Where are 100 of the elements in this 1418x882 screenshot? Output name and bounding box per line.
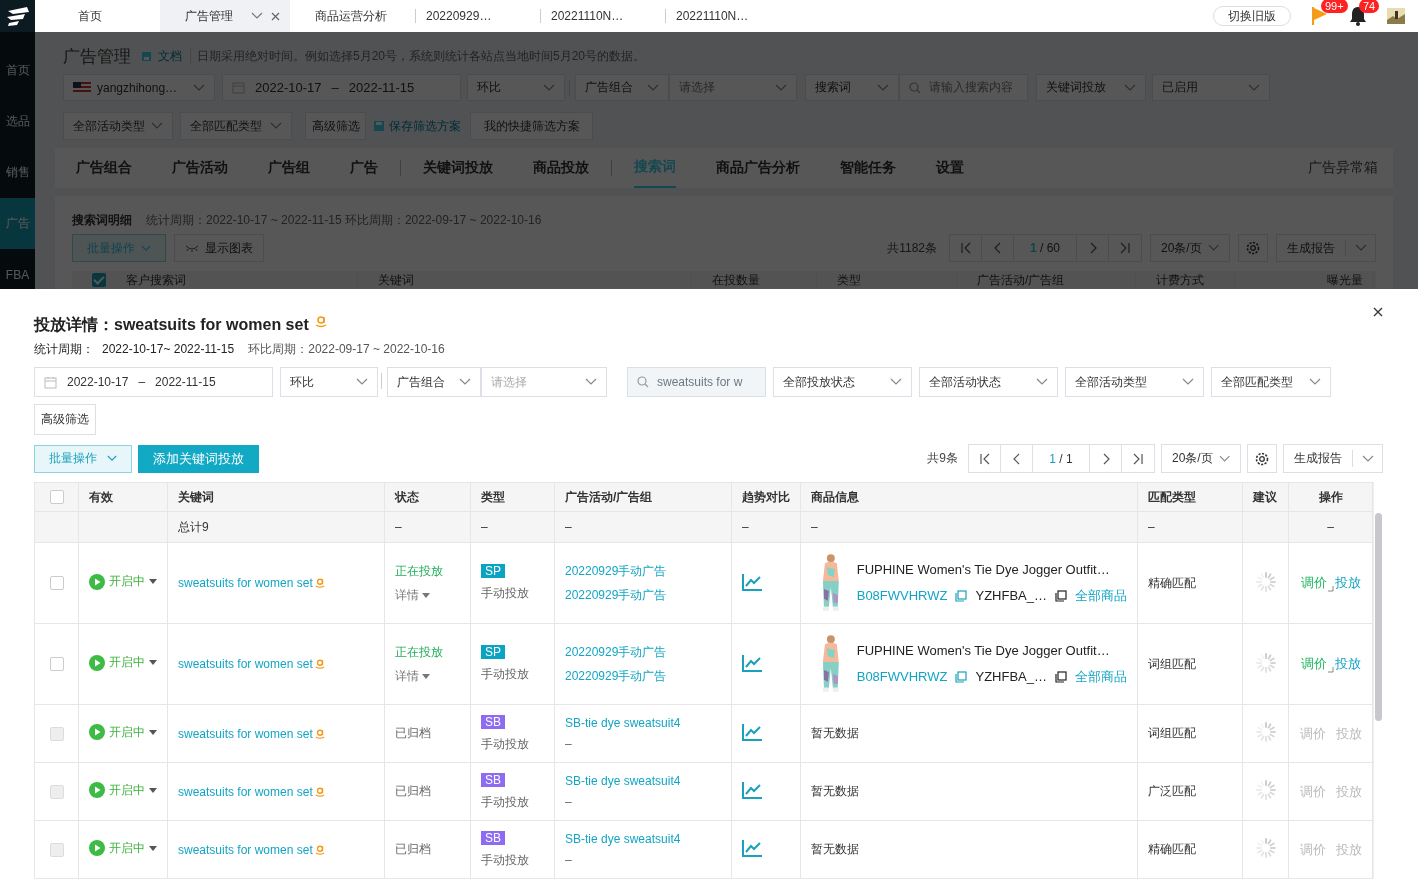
dropdown[interactable]: 请选择 (481, 367, 607, 397)
action-link[interactable]: 调价 (1300, 574, 1327, 592)
status-dropdown[interactable]: 开启中 (89, 573, 157, 591)
caret-icon (1309, 378, 1321, 386)
sidebar-item[interactable]: 首页 (0, 45, 35, 96)
sidebar-item[interactable]: 广告 (0, 198, 35, 249)
campaign-link[interactable]: 20220929手动广告 (565, 667, 667, 685)
page-tab[interactable]: 20221110N… (665, 9, 790, 23)
line-chart-icon[interactable] (742, 781, 763, 799)
targeting-type: 手动投放 (481, 793, 529, 811)
period-label: 统计周期： (34, 341, 94, 357)
dropdown[interactable]: 搜索词 (805, 74, 899, 101)
dropdown[interactable]: 全部投放状态 (773, 367, 912, 397)
dropdown[interactable]: 已启用 (1152, 74, 1270, 101)
date-range-field[interactable]: 2022-10-17 – 2022-11-15 (34, 367, 273, 397)
checkbox[interactable] (92, 272, 106, 287)
dropdown[interactable]: 全部活动状态 (919, 367, 1058, 397)
date-range-field[interactable]: 2022-10-17 – 2022-11-15 (222, 74, 461, 101)
dropdown[interactable]: 关键词投放 (1036, 74, 1146, 101)
column-header: 趋势对比 (731, 482, 801, 512)
tab[interactable]: 智能任务 (840, 148, 896, 188)
campaign-link[interactable]: 20220929手动广告 (565, 586, 667, 604)
anomaly-link[interactable]: 广告异常箱 (1308, 159, 1378, 177)
last-page-icon (1119, 242, 1131, 254)
page-size-dropdown[interactable]: 20条/页 (1150, 234, 1230, 262)
checkbox[interactable] (49, 576, 64, 591)
status-dropdown[interactable]: 开启中 (89, 654, 157, 672)
action-link[interactable]: 投放 (1334, 574, 1361, 592)
play-icon (89, 782, 105, 799)
column-header: 计费方式 (1136, 272, 1235, 287)
close-icon[interactable] (1373, 307, 1383, 317)
loading-spinner-icon (1254, 721, 1277, 743)
detail-dropdown[interactable]: 详情 (395, 667, 430, 685)
dropdown[interactable]: 全部匹配类型 (180, 112, 292, 140)
caret-icon (1207, 244, 1219, 252)
detail-dropdown[interactable]: 详情 (395, 586, 430, 604)
keyword-link[interactable]: sweatsuits for women set (178, 657, 313, 671)
tab[interactable]: 广告 (350, 148, 378, 188)
sidebar-item[interactable]: FBA (0, 249, 35, 289)
filter-button[interactable]: 我的快捷筛选方案 (470, 112, 593, 140)
checkbox[interactable] (49, 490, 64, 505)
asin-link[interactable]: B08FWVHRWZ (856, 588, 948, 603)
sidebar-item[interactable]: 销售 (0, 147, 35, 198)
asin-link[interactable]: B08FWVHRWZ (856, 669, 948, 684)
line-chart-icon[interactable] (742, 653, 763, 672)
doc-link[interactable]: 文档 (158, 47, 191, 65)
campaign-link[interactable]: 20220929手动广告 (565, 643, 667, 661)
add-keyword-button[interactable]: 添加关键词投放 (138, 444, 259, 473)
copy-icon[interactable] (1055, 589, 1067, 602)
scrollbar[interactable] (1375, 513, 1382, 721)
caret-icon (877, 83, 889, 92)
page-tab[interactable]: 商品运营分析 (290, 0, 415, 32)
tab[interactable]: 关键词投放 (423, 148, 493, 188)
sidebar-item[interactable]: 选品 (0, 96, 35, 147)
tab[interactable]: 广告活动 (172, 148, 228, 188)
dropdown[interactable]: 环比 (467, 74, 565, 101)
checkbox[interactable] (49, 657, 64, 672)
tab[interactable]: 设置 (936, 148, 964, 188)
dropdown[interactable]: 全部活动类型 (63, 112, 173, 140)
all-products-link[interactable]: 全部商品 (1075, 667, 1127, 686)
tab[interactable]: 商品投放 (533, 148, 589, 188)
period-value: 2022-10-17~ 2022-11-15 (102, 341, 235, 357)
batch-button[interactable]: 批量操作 (34, 444, 132, 473)
page-size-dropdown[interactable]: 20条/页 (1161, 444, 1241, 473)
page-tab[interactable]: 20221110N… (540, 9, 665, 23)
page-tab[interactable]: 广告管理 (160, 0, 290, 32)
switch-version-button[interactable]: 切换旧版 (1213, 6, 1291, 26)
line-chart-icon[interactable] (742, 839, 763, 857)
total-count: 共1182条 (887, 239, 937, 257)
filter-button[interactable]: 高级筛选 (305, 112, 366, 140)
advanced-filter-button[interactable]: 高级筛选 (34, 404, 96, 435)
line-chart-icon[interactable] (742, 572, 763, 591)
loading-spinner-icon (1254, 651, 1277, 674)
tab[interactable]: 广告组 (268, 148, 310, 188)
campaign-link[interactable]: 20220929手动广告 (565, 562, 667, 580)
all-products-link[interactable]: 全部商品 (1075, 586, 1127, 605)
page-tab[interactable]: 20220929… (415, 9, 540, 23)
caret-icon (1036, 378, 1048, 386)
table-cell: – (470, 511, 555, 543)
table-cell: – (1137, 511, 1243, 543)
dropdown[interactable]: 全部匹配类型 (1211, 367, 1331, 397)
keyword-link[interactable]: sweatsuits for women set (178, 576, 313, 590)
copy-icon[interactable] (1055, 670, 1067, 683)
dropdown[interactable]: 全部活动类型 (1065, 367, 1204, 397)
settings-button[interactable] (1247, 444, 1277, 473)
action-link[interactable]: 调价 (1300, 655, 1327, 673)
save-filter-link[interactable]: 保存筛选方案 (373, 112, 463, 140)
line-chart-icon[interactable] (742, 723, 763, 741)
loading-spinner-icon (1254, 779, 1277, 801)
table-cell: – (800, 511, 1138, 543)
dropdown[interactable]: 环比 (280, 367, 378, 397)
tab[interactable]: 广告组合 (76, 148, 132, 188)
store-logo-icon (314, 785, 325, 798)
tab[interactable]: 商品广告分析 (716, 148, 800, 188)
match-type: 广泛匹配 (1137, 762, 1243, 821)
show-chart-button[interactable]: 显示图表 (174, 234, 264, 262)
account-dropdown[interactable]: yangzhihong… (63, 74, 215, 101)
action-link[interactable]: 投放 (1334, 655, 1361, 673)
column-header: 建议 (1242, 482, 1289, 512)
page-tab[interactable]: 首页 (35, 0, 160, 32)
